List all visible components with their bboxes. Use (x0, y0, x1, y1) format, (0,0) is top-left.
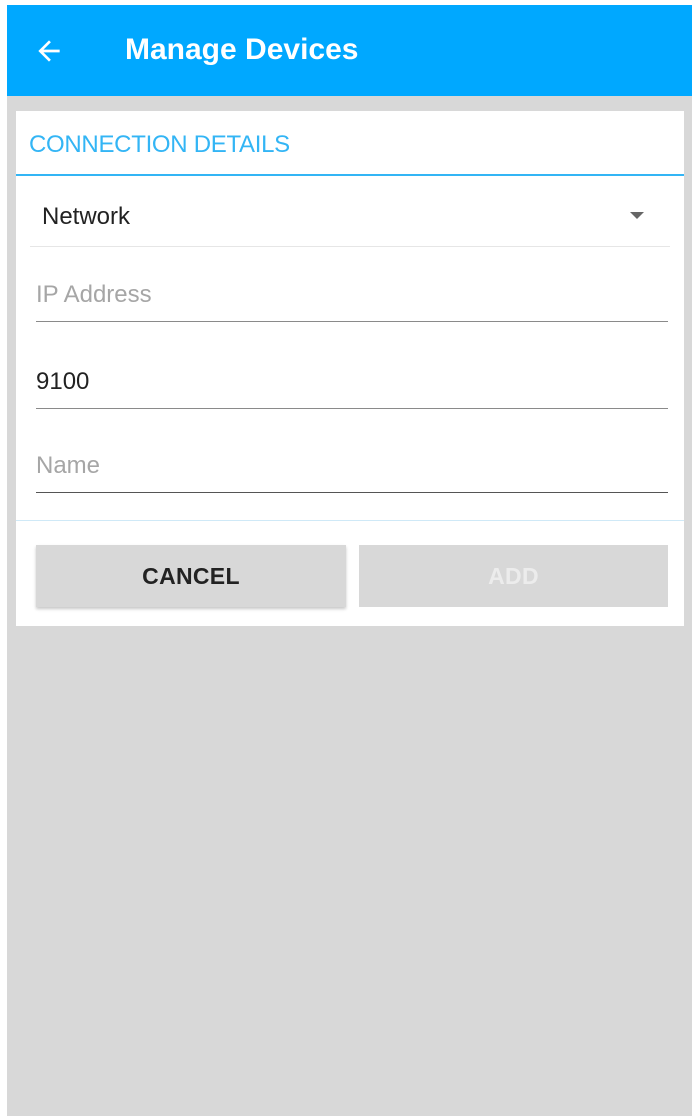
page-title: Manage Devices (125, 33, 359, 66)
app-bar: Manage Devices (7, 5, 692, 96)
ip-address-input[interactable] (36, 274, 668, 322)
add-button[interactable]: ADD (359, 545, 668, 607)
arrow-left-icon[interactable] (33, 35, 65, 67)
actions-divider (16, 520, 684, 521)
cancel-button[interactable]: CANCEL (36, 545, 346, 607)
connection-type-dropdown[interactable]: Network (30, 178, 670, 247)
connection-details-card: CONNECTION DETAILS Network CANCEL ADD (16, 111, 684, 626)
section-header: CONNECTION DETAILS (16, 111, 684, 176)
connection-type-value: Network (42, 203, 131, 230)
section-title: CONNECTION DETAILS (29, 131, 290, 158)
device-screen: Manage Devices CONNECTION DETAILS Networ… (7, 5, 692, 1116)
dropdown-arrow-icon (630, 212, 644, 219)
name-input[interactable] (36, 445, 668, 493)
port-input[interactable] (36, 361, 668, 409)
